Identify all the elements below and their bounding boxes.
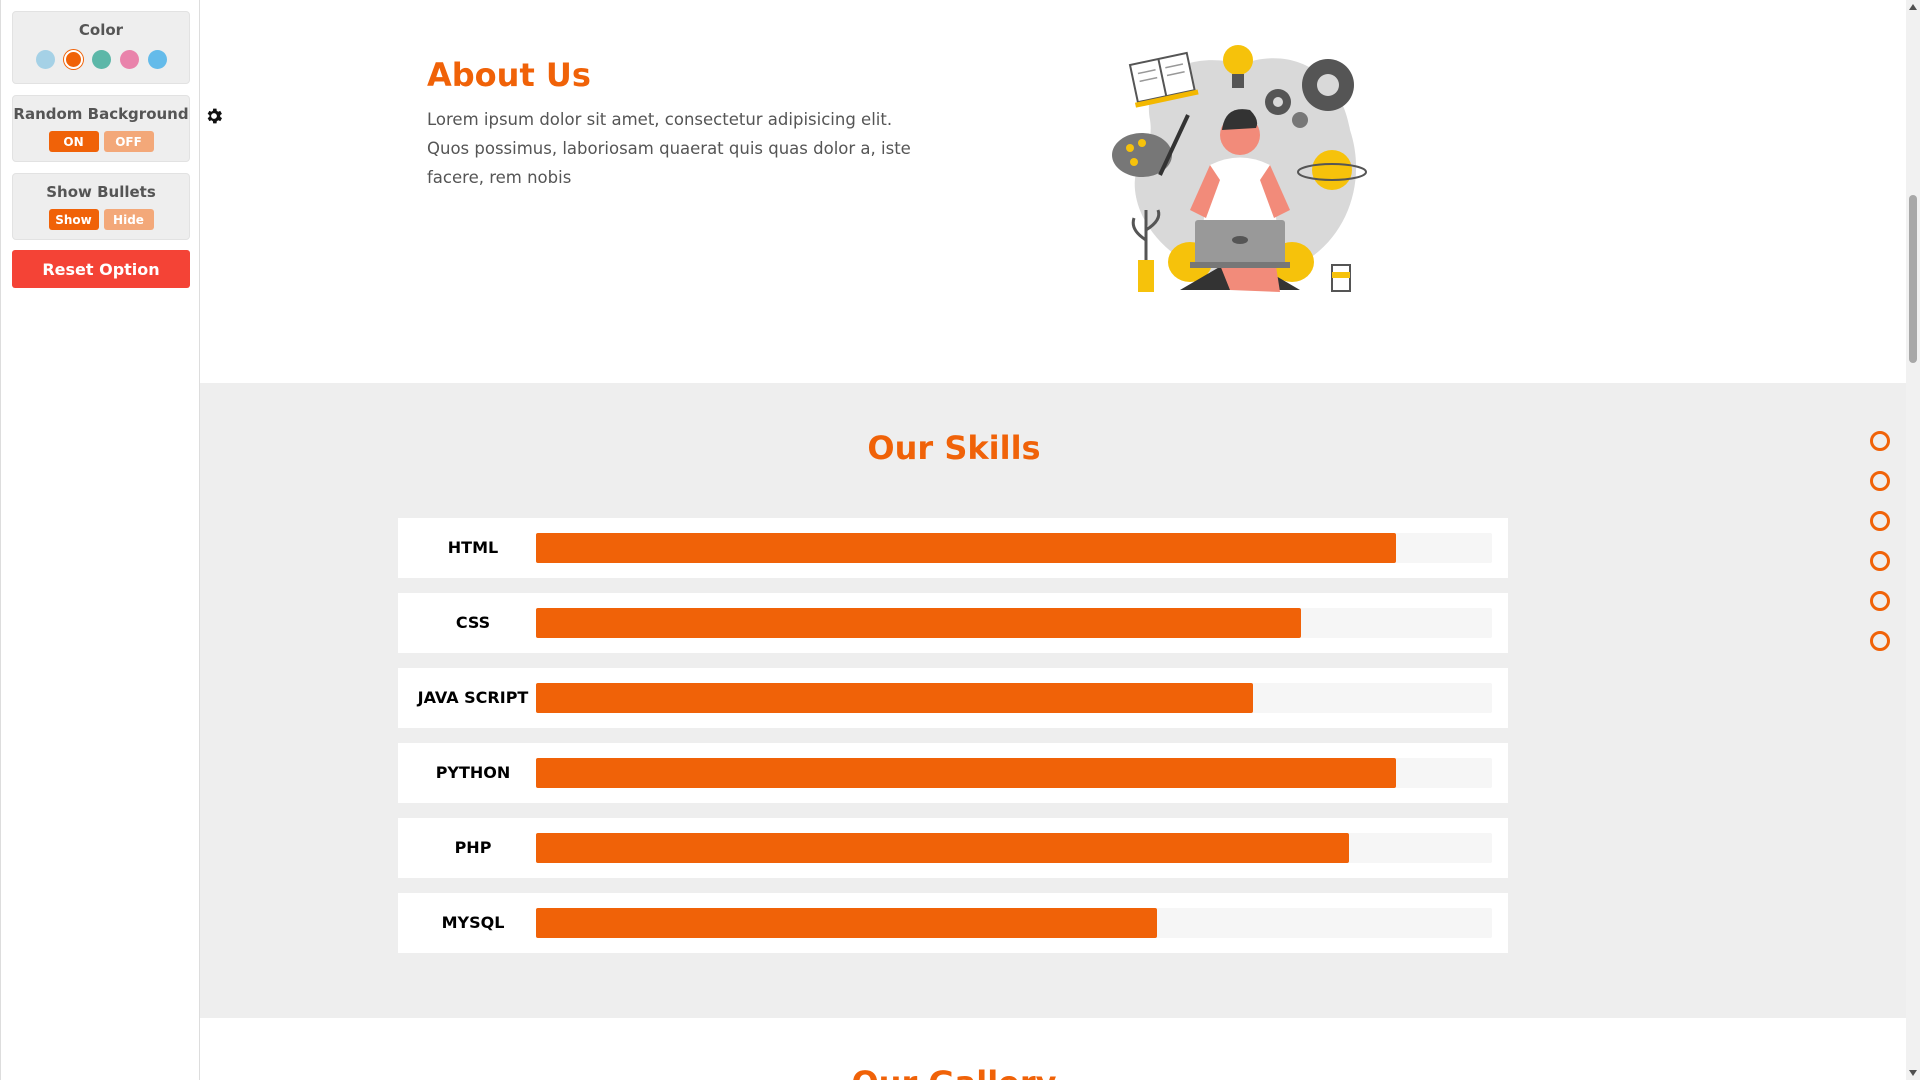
skill-name: CSS bbox=[455, 613, 491, 632]
color-option-title: Color bbox=[78, 21, 124, 39]
reset-option-button[interactable]: Reset Option bbox=[12, 250, 190, 288]
gear-icon[interactable] bbox=[204, 106, 224, 126]
nav-bullet[interactable] bbox=[1870, 631, 1890, 651]
color-swatch-sky-blue[interactable] bbox=[147, 50, 167, 69]
skill-progress-track bbox=[536, 758, 1492, 788]
color-swatch-light-blue[interactable] bbox=[35, 50, 55, 69]
nav-bullet[interactable] bbox=[1870, 431, 1890, 451]
skill-progress-fill bbox=[536, 908, 1158, 938]
skill-progress-track bbox=[536, 608, 1492, 638]
skill-name: JAVA SCRIPT bbox=[417, 688, 529, 707]
skill-name: PYTHON bbox=[435, 763, 511, 782]
show-bullets-box: Show Bullets Show Hide bbox=[12, 173, 190, 240]
skills-section: Our Skills HTML CSS JAVA SCRIPT PYTHON P… bbox=[200, 383, 1908, 1018]
random-background-on-button[interactable]: ON bbox=[48, 131, 99, 152]
skill-row: JAVA SCRIPT bbox=[398, 668, 1508, 728]
skill-progress-track bbox=[536, 908, 1492, 938]
color-swatches bbox=[13, 50, 189, 69]
random-background-box: Random Background ON OFF bbox=[12, 95, 190, 162]
show-bullets-hide-button[interactable]: Hide bbox=[103, 209, 154, 230]
gallery-section: Our Gallery bbox=[200, 1018, 1908, 1080]
about-text: Lorem ipsum dolor sit amet, consectetur … bbox=[427, 110, 911, 187]
about-title: About Us bbox=[427, 56, 591, 94]
skill-progress-fill bbox=[536, 608, 1301, 638]
page: Color Random Background ON OFF Show Bull… bbox=[0, 0, 1920, 1080]
skill-progress-fill bbox=[536, 833, 1349, 863]
color-option-box: Color bbox=[12, 11, 190, 84]
scroll-up-arrow-icon[interactable] bbox=[1909, 4, 1917, 10]
skill-progress-fill bbox=[536, 758, 1397, 788]
settings-panel: Color Random Background ON OFF Show Bull… bbox=[0, 0, 200, 1080]
skill-row: PHP bbox=[398, 818, 1508, 878]
nav-bullet[interactable] bbox=[1870, 591, 1890, 611]
random-background-buttons: ON OFF bbox=[13, 131, 189, 152]
skill-progress-fill bbox=[536, 533, 1397, 563]
about-section: About Us Lorem ipsum dolor sit amet, con… bbox=[200, 0, 1908, 383]
gallery-title: Our Gallery bbox=[200, 1064, 1708, 1080]
skill-name: HTML bbox=[447, 538, 499, 557]
skills-title: Our Skills bbox=[867, 429, 1041, 467]
page-scrollbar[interactable] bbox=[1906, 0, 1920, 1080]
skill-progress-track bbox=[536, 683, 1492, 713]
skill-progress-track bbox=[536, 533, 1492, 563]
skill-row: MYSQL bbox=[398, 893, 1508, 953]
scroll-down-arrow-icon[interactable] bbox=[1909, 1070, 1917, 1076]
nav-bullet[interactable] bbox=[1870, 551, 1890, 571]
nav-bullet[interactable] bbox=[1870, 471, 1890, 491]
color-swatch-pink[interactable] bbox=[119, 50, 139, 69]
random-background-title: Random Background bbox=[13, 105, 189, 123]
nav-bullets bbox=[1870, 431, 1890, 671]
nav-bullet[interactable] bbox=[1870, 511, 1890, 531]
skill-row: HTML bbox=[398, 518, 1508, 578]
skill-name: MYSQL bbox=[441, 913, 505, 932]
skill-name: PHP bbox=[454, 838, 492, 857]
show-bullets-title: Show Bullets bbox=[46, 183, 156, 201]
skill-progress-track bbox=[536, 833, 1492, 863]
about-illustration bbox=[1112, 45, 1367, 292]
show-bullets-buttons: Show Hide bbox=[13, 209, 189, 230]
color-swatch-orange[interactable] bbox=[63, 50, 83, 69]
random-background-off-button[interactable]: OFF bbox=[103, 131, 154, 152]
skill-progress-fill bbox=[536, 683, 1253, 713]
color-swatch-teal[interactable] bbox=[91, 50, 111, 69]
skill-row: CSS bbox=[398, 593, 1508, 653]
skill-row: PYTHON bbox=[398, 743, 1508, 803]
show-bullets-show-button[interactable]: Show bbox=[48, 209, 99, 230]
scrollbar-thumb[interactable] bbox=[1909, 195, 1917, 363]
